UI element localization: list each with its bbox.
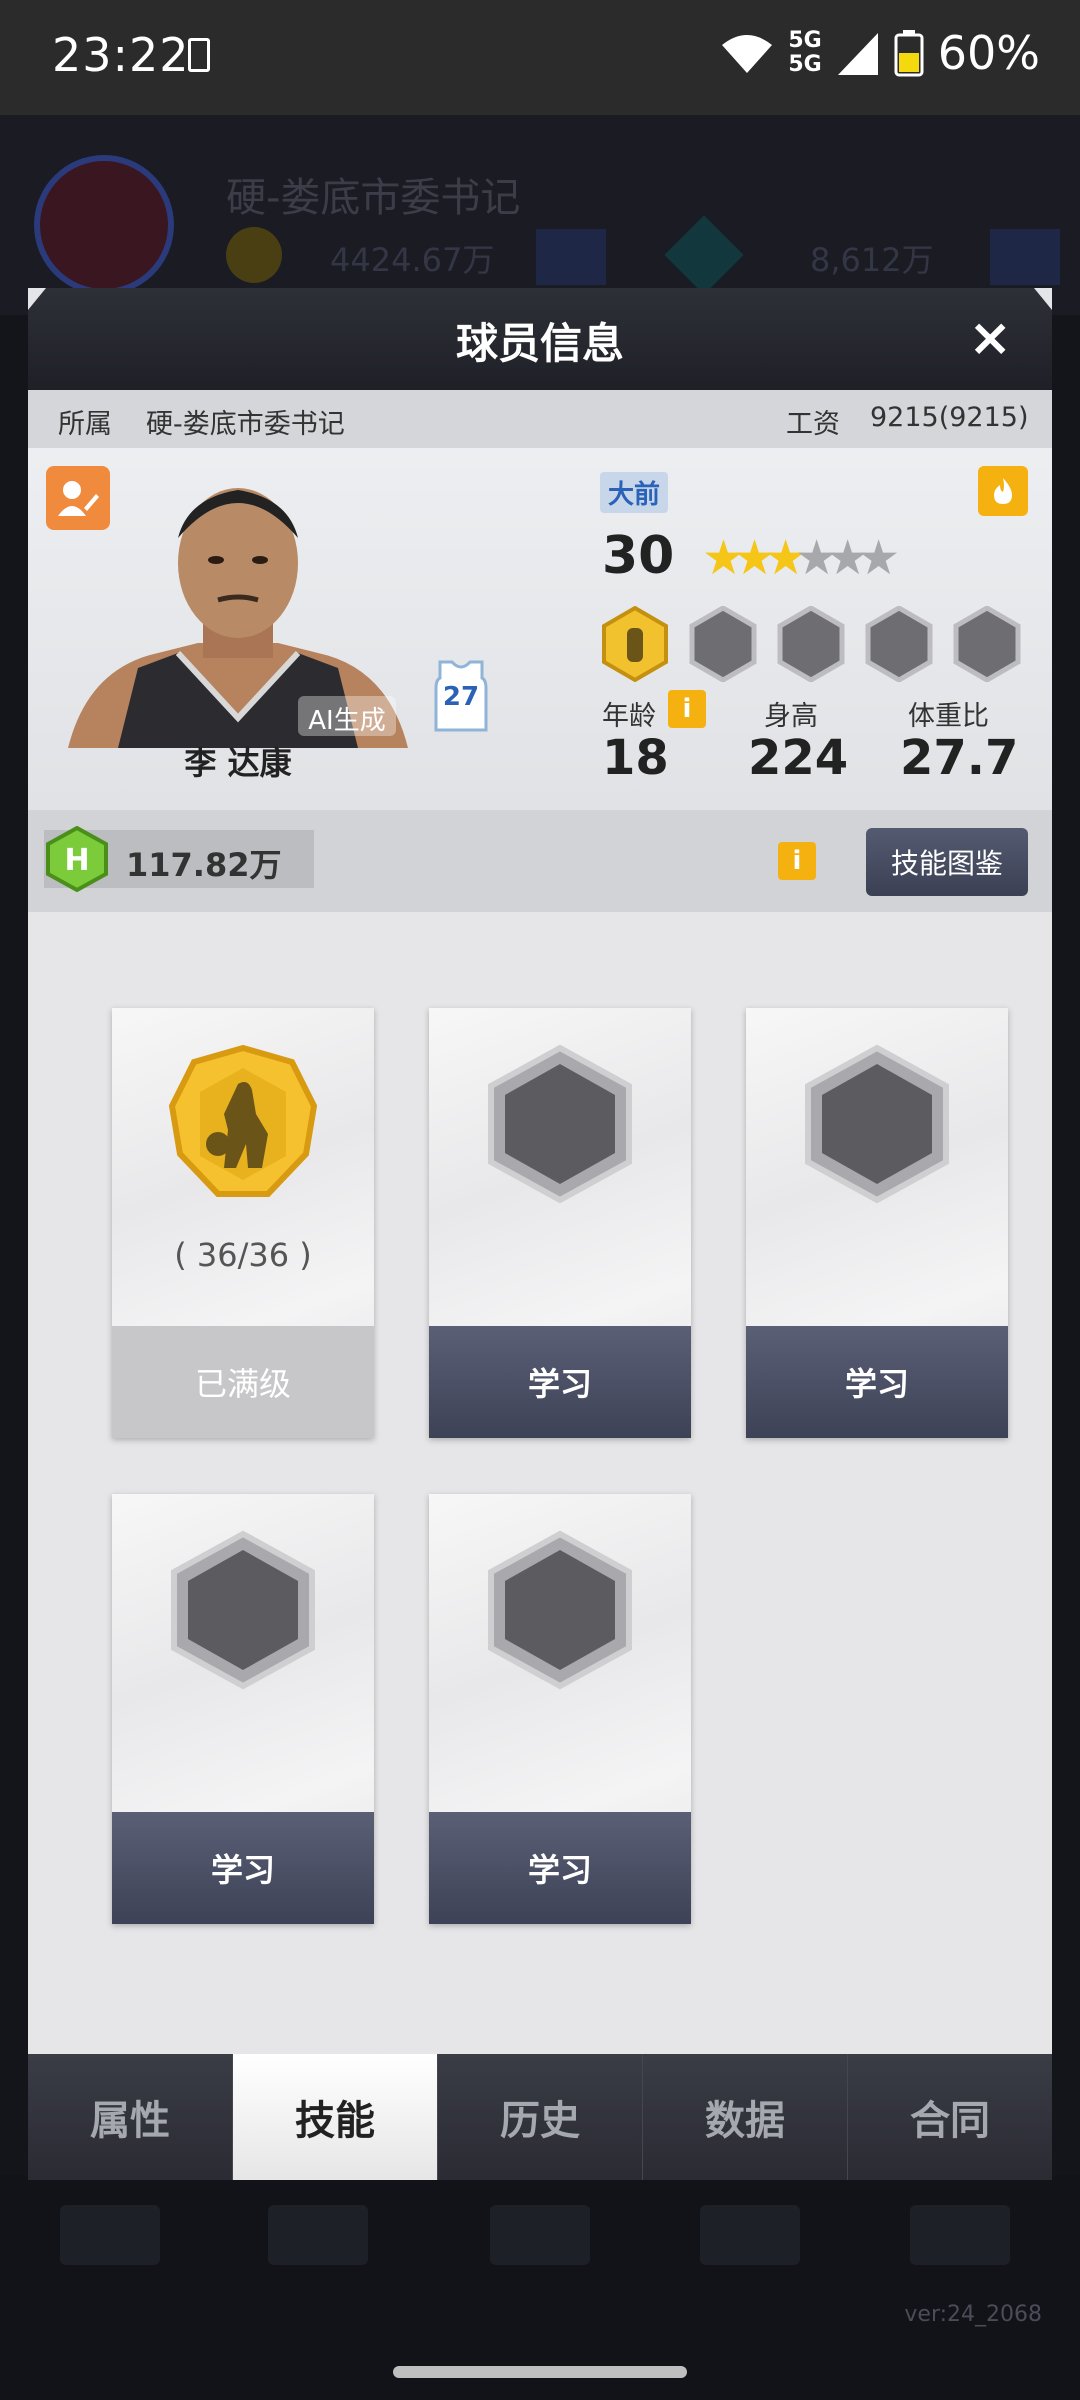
star-icon: ★ (764, 530, 807, 586)
tab-attributes[interactable]: 属性 (28, 2054, 233, 2180)
network-label: 5G 5G (788, 28, 822, 77)
player-info-modal: 球员信息 × 所属 硬-娄底市委书记 工资 9215(9215) AI生成 李 … (28, 288, 1052, 2180)
background-header: 硬-娄底市委书记 4424.67万 8,612万 (0, 115, 1080, 315)
bg-nav-item (490, 2205, 590, 2265)
gold-skill-icon (168, 1044, 318, 1197)
skill-slot-2: 学习 (429, 1008, 691, 1438)
battery-charging-icon (188, 38, 210, 72)
grey-skill-badge-icon (865, 606, 933, 682)
close-button[interactable]: × (968, 308, 1012, 368)
team-label: 所属 (58, 409, 112, 440)
locked-skill-icon (488, 1530, 632, 1690)
grey-skill-badge-icon (689, 606, 757, 682)
tab-contract[interactable]: 合同 (848, 2054, 1052, 2180)
gem-icon (664, 215, 744, 295)
battery-icon (894, 30, 924, 77)
skill-slot-4: 学习 (112, 1494, 374, 1924)
skill-level: ( 36/36 ) (174, 1236, 312, 1274)
star-rating: ★★★★★★ (702, 530, 900, 586)
skill-badge-row (600, 606, 1022, 682)
player-name: 李 达康 (184, 744, 292, 782)
points-info-icon[interactable]: i (778, 842, 816, 880)
star-icon: ★ (733, 530, 776, 586)
star-icon: ★ (826, 530, 869, 586)
tab-data[interactable]: 数据 (643, 2054, 848, 2180)
age-label: 年龄 (602, 701, 656, 732)
bg-nav-item (700, 2205, 800, 2265)
skill-maxed-button: 已满级 (112, 1326, 374, 1438)
modal-header: 球员信息 × (28, 288, 1052, 390)
skills-grid: ( 36/36 ) 已满级 学习 学习 学习 学习 (28, 912, 1052, 2054)
grey-skill-badge-icon (953, 606, 1021, 682)
team-emblem (34, 155, 174, 295)
skill-catalog-button[interactable]: 技能图鉴 (866, 828, 1028, 896)
tab-bar: 属性 技能 历史 数据 合同 (28, 2054, 1052, 2180)
signal-icon (837, 33, 878, 75)
team-value: 硬-娄底市委书记 (146, 409, 345, 440)
grey-skill-badge-icon (777, 606, 845, 682)
weight-ratio-value: 27.7 (900, 730, 1019, 786)
background-currency2: 8,612万 (810, 241, 934, 279)
salary-value: 9215(9215) (870, 402, 1029, 433)
skill-points-bar: H 117.82万 i 技能图鉴 (28, 810, 1052, 912)
bg-nav-item (268, 2205, 368, 2265)
position-badge: 大前 (600, 472, 669, 513)
status-bar: 23:22 5G 5G 60% (0, 0, 1080, 115)
locked-skill-icon (805, 1044, 949, 1204)
overall-rating: 30 (602, 526, 675, 586)
battery-percent: 60% (937, 26, 1040, 80)
wifi-icon (722, 35, 773, 73)
coin-icon (226, 227, 282, 283)
bg-nav-item (910, 2205, 1010, 2265)
background-currency1: 4424.67万 (330, 241, 495, 279)
modal-title: 球员信息 (455, 319, 624, 368)
learn-skill-button[interactable]: 学习 (429, 1812, 691, 1924)
ai-generated-tag: AI生成 (308, 706, 386, 736)
locked-skill-icon (171, 1530, 315, 1690)
age-info-icon[interactable]: i (668, 690, 706, 728)
skill-slot-3: 学习 (746, 1008, 1008, 1438)
bg-nav-item (60, 2205, 160, 2265)
locked-skill-icon (488, 1044, 632, 1204)
height-value: 224 (748, 730, 849, 786)
player-panel: AI生成 李 达康 27 大前 30 ★★★★★★ 年龄 i 身高 体重比 18… (28, 448, 1052, 810)
gold-skill-badge-icon (602, 606, 668, 682)
salary-label: 工资 (786, 409, 840, 440)
status-time: 23:22 (52, 28, 190, 82)
add-coin-button (536, 229, 606, 285)
height-label: 身高 (764, 701, 818, 732)
version-label: ver:24_2068 (904, 2302, 1042, 2327)
tab-skills[interactable]: 技能 (233, 2054, 438, 2180)
info-bar: 所属 硬-娄底市委书记 工资 9215(9215) (28, 390, 1052, 448)
weight-ratio-label: 体重比 (908, 701, 989, 732)
star-icon: ★ (795, 530, 838, 586)
jersey-number: 27 (442, 682, 480, 712)
skill-slot-5: 学习 (429, 1494, 691, 1924)
hot-button[interactable] (978, 466, 1028, 516)
skill-point-icon: H (46, 826, 108, 892)
learn-skill-button[interactable]: 学习 (112, 1812, 374, 1924)
home-indicator[interactable] (393, 2366, 687, 2378)
svg-text:H: H (64, 843, 89, 878)
star-icon: ★ (702, 530, 745, 586)
tab-history[interactable]: 历史 (438, 2054, 643, 2180)
learn-skill-button[interactable]: 学习 (746, 1326, 1008, 1438)
background-team-name: 硬-娄底市委书记 (226, 175, 521, 221)
skill-slot-1: ( 36/36 ) 已满级 (112, 1008, 374, 1438)
star-icon: ★ (857, 530, 900, 586)
add-gem-button (990, 229, 1060, 285)
age-value: 18 (602, 730, 669, 786)
skill-points-value: 117.82万 (126, 846, 282, 884)
fire-icon (994, 478, 1012, 504)
learn-skill-button[interactable]: 学习 (429, 1326, 691, 1438)
